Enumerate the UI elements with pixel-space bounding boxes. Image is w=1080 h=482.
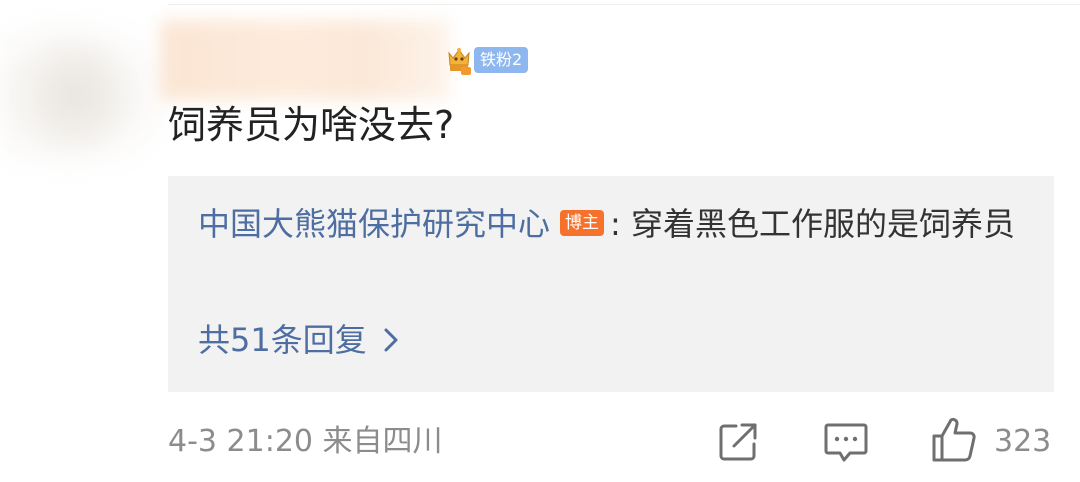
- comment-time-location: 4-3 21:20 来自四川: [168, 424, 443, 459]
- chevron-right-icon: [384, 328, 398, 352]
- avatar[interactable]: [20, 40, 130, 150]
- fan-badge-label: 铁粉2: [474, 47, 529, 73]
- reply-preview[interactable]: 中国大熊猫保护研究中心 博主: 穿着黑色工作服的是饲养员 共51条回复: [168, 176, 1054, 392]
- fan-badge[interactable]: 铁粉2: [446, 44, 529, 76]
- blogger-badge: 博主: [560, 210, 605, 236]
- comment-author[interactable]: [180, 48, 420, 78]
- reply-text: 穿着黑色工作服的是饲养员: [630, 205, 1015, 243]
- more-replies-label: 共51条回复: [198, 321, 367, 359]
- reply-separator: :: [610, 205, 621, 243]
- reply-author-link[interactable]: 中国大熊猫保护研究中心: [198, 205, 550, 243]
- more-replies-link[interactable]: 共51条回复: [198, 318, 399, 362]
- reply-item: 中国大熊猫保护研究中心 博主: 穿着黑色工作服的是饲养员: [198, 200, 1028, 248]
- crown-badge-icon: [448, 48, 471, 75]
- thumbs-up-icon[interactable]: [930, 416, 978, 464]
- like-count: 323: [994, 424, 1052, 459]
- share-icon[interactable]: [716, 420, 760, 464]
- comment-card: 铁粉2 饲养员为啥没去? 中国大熊猫保护研究中心 博主: 穿着黑色工作服的是饲养员…: [0, 0, 1080, 482]
- comment-icon[interactable]: [822, 420, 870, 464]
- divider: [168, 4, 1080, 5]
- comment-text[interactable]: 饲养员为啥没去?: [168, 100, 454, 150]
